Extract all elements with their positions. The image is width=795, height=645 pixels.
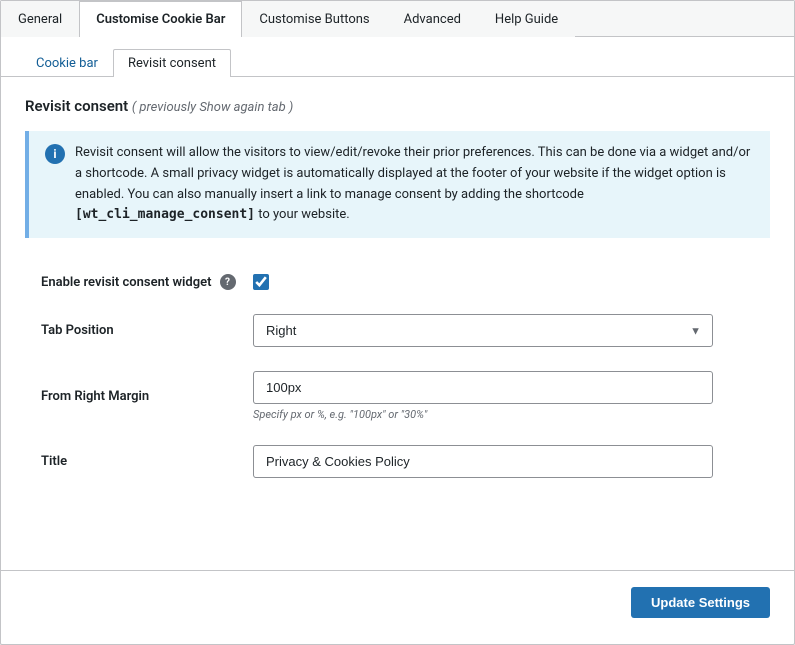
tab-advanced[interactable]: Advanced (387, 1, 478, 37)
enable-widget-tooltip[interactable]: ? (220, 274, 236, 290)
info-text-part1: Revisit consent will allow the visitors … (75, 145, 750, 202)
info-code: [wt_cli_manage_consent] (75, 207, 255, 222)
update-settings-button[interactable]: Update Settings (631, 587, 770, 618)
main-content: Revisit consent ( previously Show again … (1, 77, 794, 510)
section-title-text: Revisit consent (25, 97, 128, 115)
subtab-revisit-consent[interactable]: Revisit consent (113, 49, 231, 77)
content-area: Cookie bar Revisit consent Revisit conse… (1, 37, 794, 510)
title-label: Title (41, 454, 67, 469)
info-text: Revisit consent will allow the visitors … (75, 143, 754, 226)
info-text-part2: to your website. (255, 207, 350, 222)
subtab-cookie-bar[interactable]: Cookie bar (21, 49, 113, 77)
footer-bar: Update Settings (1, 570, 794, 634)
from-right-margin-hint: Specify px or %, e.g. "100px" or "30%" (253, 408, 762, 421)
top-tabs: General Customise Cookie Bar Customise B… (1, 1, 794, 37)
row-enable-widget: Enable revisit consent widget ? (25, 262, 770, 302)
form-table: Enable revisit consent widget ? Tab Posi… (25, 262, 770, 490)
info-icon: i (45, 144, 65, 164)
title-input[interactable] (253, 445, 713, 478)
tab-position-label: Tab Position (41, 323, 114, 338)
enable-widget-checkbox[interactable] (253, 274, 269, 290)
row-title: Title (25, 433, 770, 490)
tab-general[interactable]: General (1, 1, 79, 37)
enable-widget-checkbox-wrapper (253, 274, 762, 290)
row-from-right-margin: From Right Margin Specify px or %, e.g. … (25, 359, 770, 433)
plugin-container: General Customise Cookie Bar Customise B… (0, 0, 795, 645)
tab-position-select-wrapper: Left Right Bottom Left Bottom Right ▼ (253, 314, 713, 347)
tab-position-select[interactable]: Left Right Bottom Left Bottom Right (253, 314, 713, 347)
section-subtitle: ( previously Show again tab ) (132, 100, 293, 115)
enable-widget-label: Enable revisit consent widget (41, 275, 212, 290)
tab-help-guide[interactable]: Help Guide (478, 1, 575, 37)
row-tab-position: Tab Position Left Right Bottom Left Bott… (25, 302, 770, 359)
enable-widget-label-wrapper: Enable revisit consent widget ? (41, 274, 237, 290)
tab-customise-buttons[interactable]: Customise Buttons (242, 1, 386, 37)
sub-tabs: Cookie bar Revisit consent (1, 37, 794, 77)
info-box: i Revisit consent will allow the visitor… (25, 131, 770, 238)
from-right-margin-input[interactable] (253, 371, 713, 404)
section-title: Revisit consent ( previously Show again … (25, 97, 770, 115)
from-right-margin-label: From Right Margin (41, 389, 149, 404)
tab-customise-cookie-bar[interactable]: Customise Cookie Bar (79, 1, 242, 37)
